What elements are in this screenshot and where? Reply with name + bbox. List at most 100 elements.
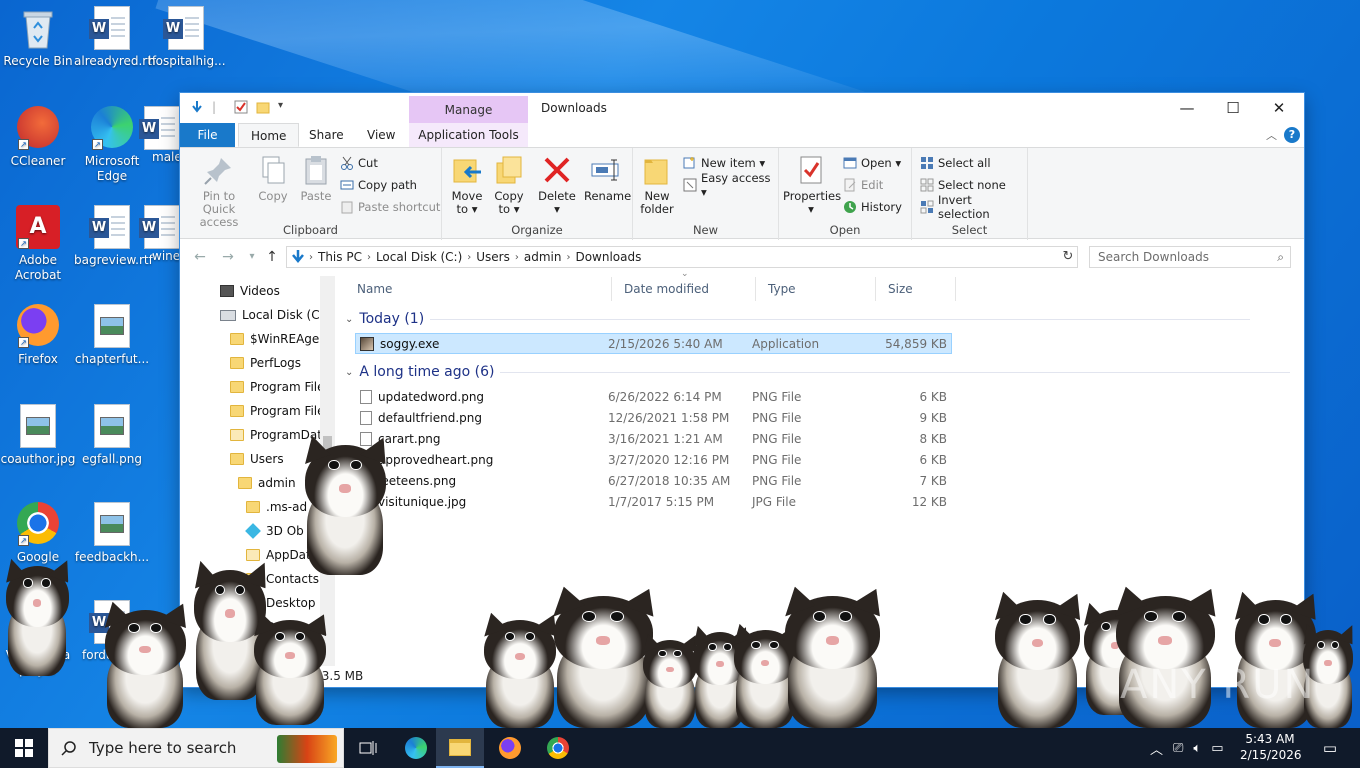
volume-icon[interactable]: 🔈︎: [1193, 741, 1201, 756]
desktop-icon-edge[interactable]: ↗ Microsoft Edge: [74, 106, 150, 184]
nav-item-program-files-x86[interactable]: Program Files: [230, 400, 331, 422]
nav-item-admin[interactable]: admin: [238, 472, 296, 494]
start-button[interactable]: [0, 728, 48, 768]
file-row-visitunique[interactable]: visitunique.jpg 1/7/2017 5:15 PM JPG Fil…: [355, 492, 952, 513]
column-header-name[interactable]: Name: [345, 277, 612, 301]
file-row-updatedword[interactable]: updatedword.png 6/26/2022 6:14 PM PNG Fi…: [355, 387, 952, 408]
file-row-defaultfriend[interactable]: defaultfriend.png 12/26/2021 1:58 PM PNG…: [355, 408, 952, 429]
nav-item-perflogs[interactable]: PerfLogs: [230, 352, 301, 374]
desktop-icon-hospitalhig[interactable]: hospitalhig...: [148, 6, 226, 69]
copy-to-folder-icon: [493, 154, 525, 186]
customize-toolbar-chevron-icon[interactable]: ▾: [278, 100, 286, 114]
rename-button[interactable]: Rename: [584, 154, 631, 203]
file-row-approvedheart[interactable]: approvedheart.png 3/27/2020 12:16 PM PNG…: [355, 450, 952, 471]
forward-arrow-icon[interactable]: →: [218, 247, 238, 267]
desktop-icon-coauthor[interactable]: coauthor.jpg: [0, 404, 76, 467]
refresh-icon[interactable]: ↻: [1059, 246, 1078, 268]
nav-item-3d-objects[interactable]: 3D Ob: [245, 520, 304, 542]
new-folder-button[interactable]: New folder: [637, 154, 677, 216]
taskbar-clock[interactable]: 5:43 AM 2/15/2026: [1240, 731, 1302, 763]
taskbar-edge[interactable]: [392, 728, 440, 768]
new-item-button[interactable]: New item ▾: [683, 154, 765, 172]
open-button[interactable]: Open ▾: [843, 154, 901, 172]
move-to-button[interactable]: Move to ▾: [448, 154, 486, 216]
invert-selection-button[interactable]: Invert selection: [920, 193, 1027, 221]
history-button[interactable]: History: [843, 198, 902, 216]
minimize-button[interactable]: —: [1164, 93, 1210, 123]
delete-button[interactable]: Delete ▾: [536, 154, 578, 216]
desktop-icon-male[interactable]: male: [139, 106, 182, 165]
tab-file[interactable]: File: [180, 123, 235, 147]
desktop-icon-chrome[interactable]: ↗ Google: [0, 502, 76, 565]
taskbar-chrome[interactable]: [534, 728, 582, 768]
column-header-size[interactable]: Size: [876, 277, 956, 301]
properties-button[interactable]: Properties ▾: [783, 154, 841, 216]
task-view-button[interactable]: [344, 728, 392, 768]
nav-item-ms-ad[interactable]: .ms-ad: [246, 496, 307, 518]
meet-now-icon[interactable]: ⎚: [1173, 741, 1183, 756]
taskbar-file-explorer[interactable]: [436, 728, 484, 768]
nav-item-users[interactable]: Users: [230, 448, 284, 470]
pin-to-quick-access-button[interactable]: Pin to Quick access: [186, 154, 252, 229]
breadcrumb-admin[interactable]: admin: [519, 250, 567, 264]
copy-button[interactable]: Copy: [254, 154, 292, 203]
desktop-icon-firefox[interactable]: ↗ Firefox: [0, 304, 76, 367]
recent-locations-chevron-icon[interactable]: ▾: [242, 247, 262, 267]
column-header-date-modified[interactable]: Date modified: [612, 277, 756, 301]
tab-application-tools[interactable]: Application Tools: [409, 123, 528, 147]
network-icon[interactable]: ▭: [1211, 741, 1223, 756]
back-arrow-icon[interactable]: ←: [190, 247, 210, 267]
file-row-soggy-exe[interactable]: soggy.exe 2/15/2026 5:40 AM Application …: [355, 333, 952, 354]
ribbon-tabs: File Home Share View Application Tools ︿…: [180, 123, 1304, 147]
nav-item-local-disk[interactable]: Local Disk (C:): [220, 304, 328, 326]
tab-view[interactable]: View: [355, 123, 407, 147]
nav-item-program-files[interactable]: Program Files: [230, 376, 331, 398]
copy-to-button[interactable]: Copy to ▾: [490, 154, 528, 216]
easy-access-button[interactable]: Easy access ▾: [683, 171, 778, 199]
cut-button[interactable]: Cut: [340, 154, 378, 172]
desktop-icon-recycle-bin[interactable]: Recycle Bin: [0, 6, 76, 69]
down-arrow-icon[interactable]: [190, 100, 204, 114]
desktop-icon-feedbackh[interactable]: feedbackh...: [74, 502, 150, 565]
desktop-icon-chapterfut[interactable]: chapterfut...: [74, 304, 150, 367]
edit-button[interactable]: Edit: [843, 176, 883, 194]
new-folder-icon[interactable]: [256, 100, 270, 114]
group-header-long-time-ago[interactable]: ⌄ A long time ago (6): [345, 364, 1295, 380]
desktop-icon-alreadyred[interactable]: alreadyred.rtf: [74, 6, 156, 69]
desktop-icon-ccleaner[interactable]: ↗ CCleaner: [0, 106, 76, 169]
paste-button[interactable]: Paste: [296, 154, 336, 203]
help-icon[interactable]: ?: [1284, 127, 1300, 143]
search-downloads-input[interactable]: Search Downloads ⌕: [1089, 246, 1291, 268]
notifications-icon[interactable]: ▭: [1310, 728, 1350, 768]
tab-share[interactable]: Share: [297, 123, 356, 147]
address-bar[interactable]: › This PC › Local Disk (C:) › Users › ad…: [286, 246, 1078, 268]
breadcrumb-local-disk[interactable]: Local Disk (C:): [371, 250, 467, 264]
group-header-today[interactable]: ⌄ Today (1): [345, 311, 1295, 327]
select-none-button[interactable]: Select none: [920, 176, 1006, 194]
properties-check-icon[interactable]: [234, 100, 248, 114]
collapse-ribbon-chevron-icon[interactable]: ︿: [1266, 127, 1277, 143]
taskbar-firefox[interactable]: [486, 728, 534, 768]
select-all-button[interactable]: Select all: [920, 154, 991, 172]
file-row-carart[interactable]: carart.png 3/16/2021 1:21 AM PNG File 8 …: [355, 429, 952, 450]
desktop-icon-wine[interactable]: wine: [139, 205, 180, 264]
maximize-button[interactable]: ☐: [1210, 93, 1256, 123]
nav-item-videos[interactable]: Videos: [220, 280, 280, 302]
breadcrumb-downloads[interactable]: Downloads: [570, 250, 646, 264]
show-hidden-icons-chevron-icon[interactable]: ︿: [1150, 739, 1163, 758]
file-row-leeteens[interactable]: leeteens.png 6/27/2018 10:35 AM PNG File…: [355, 471, 952, 492]
tab-home[interactable]: Home: [238, 123, 300, 147]
close-button[interactable]: ✕: [1256, 93, 1302, 123]
desktop-icon-acrobat[interactable]: A ↗ Adobe Acrobat: [0, 205, 76, 283]
desktop-icon-egfall[interactable]: egfall.png: [74, 404, 150, 467]
file-explorer-icon: [449, 738, 471, 756]
column-header-type[interactable]: Type: [756, 277, 876, 301]
paste-shortcut-button[interactable]: Paste shortcut: [340, 198, 440, 216]
breadcrumb-users[interactable]: Users: [471, 250, 515, 264]
edit-icon: [843, 178, 857, 192]
up-arrow-icon[interactable]: ↑: [262, 247, 282, 267]
nav-item-winreagent[interactable]: $WinREAgent: [230, 328, 332, 350]
breadcrumb-this-pc[interactable]: This PC: [313, 250, 367, 264]
taskbar-search-box[interactable]: Type here to search: [48, 728, 344, 768]
copy-path-button[interactable]: Copy path: [340, 176, 417, 194]
